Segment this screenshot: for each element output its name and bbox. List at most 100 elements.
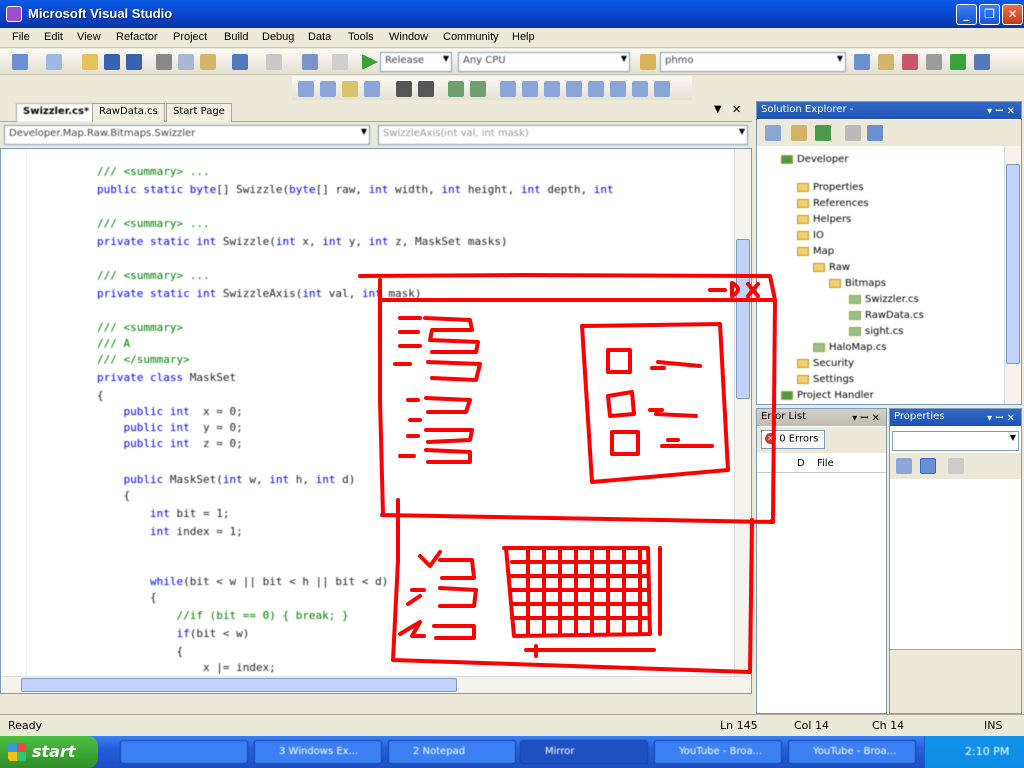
errors-filter-button[interactable]: ✕ 0 Errors — [761, 430, 825, 449]
alphabetical-icon[interactable] — [920, 458, 936, 474]
close-button[interactable]: ✕ — [1002, 4, 1023, 25]
bookmark-icon[interactable] — [588, 81, 604, 97]
tree-item[interactable]: Security — [813, 358, 854, 369]
scroll-thumb[interactable] — [21, 678, 457, 692]
add-item-icon[interactable] — [46, 54, 62, 70]
close-tab-icon[interactable]: ✕ — [732, 103, 741, 116]
navigate-back-icon[interactable] — [302, 54, 318, 70]
open-file-icon[interactable] — [82, 54, 98, 70]
refresh-icon[interactable] — [815, 125, 831, 141]
properties-icon[interactable] — [902, 54, 918, 70]
menu-project[interactable]: Project — [173, 31, 207, 43]
config-select[interactable]: Release ▼ — [380, 52, 452, 72]
menu-tools[interactable]: Tools — [348, 31, 374, 43]
pane-controls[interactable]: ▾ ꟷ ✕ — [987, 103, 1015, 117]
taskbar-item[interactable]: 3 Windows Ex... — [254, 740, 382, 764]
taskbar-item[interactable]: Mirror — [520, 740, 648, 764]
column-header-d[interactable]: D — [797, 458, 805, 469]
type-combo[interactable]: Developer.Map.Raw.Bitmaps.Swizzler ▼ — [4, 125, 370, 145]
bookmark-icon[interactable] — [610, 81, 626, 97]
tab-start-page[interactable]: Start Page — [166, 103, 232, 122]
menu-help[interactable]: Help — [512, 31, 535, 43]
tree-item[interactable]: Bitmaps — [845, 278, 886, 289]
tree-item[interactable]: Raw — [829, 262, 850, 273]
toolbar-icon[interactable] — [342, 81, 358, 97]
redo-icon[interactable] — [266, 54, 282, 70]
tree-item[interactable]: HaloMap.cs — [829, 342, 887, 353]
tree-item[interactable]: Developer — [797, 154, 848, 165]
copy-icon[interactable] — [178, 54, 194, 70]
properties-object-select[interactable]: ▼ — [892, 431, 1019, 451]
menu-view[interactable]: View — [77, 31, 101, 43]
taskbar-item[interactable]: YouTube - Broa... — [788, 740, 916, 764]
start-debug-icon[interactable] — [362, 54, 378, 70]
bookmark-icon[interactable] — [654, 81, 670, 97]
scroll-thumb[interactable] — [1006, 164, 1020, 364]
menu-data[interactable]: Data — [308, 31, 331, 43]
solution-explorer-icon[interactable] — [878, 54, 894, 70]
bookmark-icon[interactable] — [632, 81, 648, 97]
tree-item[interactable]: Settings — [813, 374, 854, 385]
taskbar-item[interactable] — [120, 740, 248, 764]
property-pages-icon[interactable] — [948, 458, 964, 474]
column-header-file[interactable]: File — [817, 458, 834, 469]
toolbar-icon[interactable] — [364, 81, 380, 97]
maximize-button[interactable]: ❐ — [979, 4, 1000, 25]
bookmark-icon[interactable] — [566, 81, 582, 97]
tab-swizzler[interactable]: Swizzler.cs* — [16, 103, 97, 122]
tree-item[interactable]: sight.cs — [865, 326, 903, 337]
menu-edit[interactable]: Edit — [44, 31, 63, 43]
pane-controls[interactable]: ▾ ꟷ ✕ — [852, 410, 880, 424]
properties-icon[interactable] — [765, 125, 781, 141]
scroll-thumb[interactable] — [736, 239, 750, 399]
tab-rawdata[interactable]: RawData.cs — [92, 103, 165, 122]
taskbar-item[interactable]: 2 Notepad — [388, 740, 516, 764]
save-all-icon[interactable] — [126, 54, 142, 70]
bookmark-icon[interactable] — [544, 81, 560, 97]
start-button[interactable]: start — [0, 736, 98, 768]
solution-explorer-scrollbar[interactable] — [1004, 146, 1021, 404]
undo-icon[interactable] — [232, 54, 248, 70]
tree-item[interactable]: Helpers — [813, 214, 851, 225]
new-project-icon[interactable] — [12, 54, 28, 70]
menu-refactor[interactable]: Refactor — [116, 31, 158, 43]
menu-window[interactable]: Window — [389, 31, 428, 43]
paste-icon[interactable] — [200, 54, 216, 70]
tree-item[interactable]: Project Handler — [797, 390, 874, 401]
editor-vertical-scrollbar[interactable] — [734, 149, 751, 693]
categorized-icon[interactable] — [896, 458, 912, 474]
view-code-icon[interactable] — [845, 125, 861, 141]
minimize-button[interactable]: _ — [956, 4, 977, 25]
object-browser-icon[interactable] — [950, 54, 966, 70]
find-combo[interactable]: phmo ▼ — [660, 52, 846, 72]
command-window-icon[interactable] — [974, 54, 990, 70]
class-diagram-icon[interactable] — [867, 125, 883, 141]
tree-item[interactable]: Swizzler.cs — [865, 294, 919, 305]
bookmark-icon[interactable] — [500, 81, 516, 97]
editor-horizontal-scrollbar[interactable] — [1, 676, 751, 693]
menu-community[interactable]: Community — [443, 31, 499, 43]
toolbar-icon[interactable] — [298, 81, 314, 97]
tree-item[interactable]: Map — [813, 246, 834, 257]
show-all-files-icon[interactable] — [791, 125, 807, 141]
uncomment-icon[interactable] — [418, 81, 434, 97]
cut-icon[interactable] — [156, 54, 172, 70]
tree-item[interactable]: References — [813, 198, 869, 209]
outdent-icon[interactable] — [470, 81, 486, 97]
tab-dropdown-icon[interactable]: ▼ — [714, 104, 722, 115]
save-icon[interactable] — [104, 54, 120, 70]
platform-select[interactable]: Any CPU ▼ — [458, 52, 630, 72]
pane-controls[interactable]: ▾ ꟷ ✕ — [987, 410, 1015, 424]
member-combo[interactable]: SwizzleAxis(int val, int mask) ▼ — [378, 125, 748, 145]
toolbox-icon[interactable] — [926, 54, 942, 70]
menu-file[interactable]: File — [12, 31, 30, 43]
find-in-files-icon[interactable] — [854, 54, 870, 70]
tree-item[interactable]: IO — [813, 230, 824, 241]
toolbar-icon[interactable] — [320, 81, 336, 97]
code-editor[interactable]: /// <summary> ... public static byte[] S… — [0, 148, 752, 694]
navigate-forward-icon[interactable] — [332, 54, 348, 70]
menu-debug[interactable]: Debug — [262, 31, 294, 43]
tree-item[interactable]: RawData.cs — [865, 310, 924, 321]
tree-item[interactable]: Properties — [813, 182, 864, 193]
menu-build[interactable]: Build — [224, 31, 248, 43]
